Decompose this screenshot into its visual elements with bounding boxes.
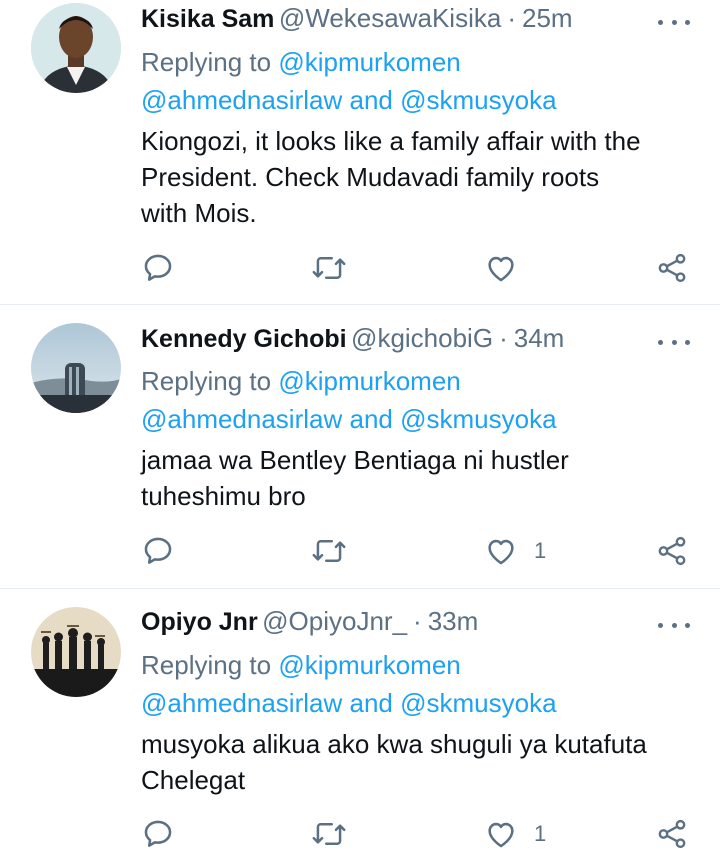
replying-to-label: Replying to <box>141 47 272 77</box>
mention-link[interactable]: @kipmurkomen <box>278 650 460 680</box>
and-others-link[interactable]: and <box>350 404 393 434</box>
share-button[interactable] <box>655 816 689 852</box>
mention-link[interactable]: @ahmednasirlaw <box>141 688 342 718</box>
user-handle[interactable]: @OpiyoJnr_ <box>262 606 407 636</box>
separator-dot: · <box>413 606 422 636</box>
retweet-icon <box>312 540 346 562</box>
mention-link[interactable]: @skmusyoka <box>400 404 556 434</box>
tweet-text-line: musyoka alikua ako kwa shuguli ya kutafu… <box>141 729 647 759</box>
display-name[interactable]: Kisika Sam <box>141 5 274 33</box>
tweet-actions: 1 <box>141 533 701 573</box>
separator-dot: · <box>499 323 508 353</box>
like-icon <box>488 822 514 848</box>
replying-to: Replying to @kipmurkomen <box>141 47 461 78</box>
tweet-1[interactable]: Kisika Sam @WekesawaKisika · 25m Replying … <box>0 0 720 304</box>
tweet-text: jamaa wa Bentley Bentiaga ni hustler tuh… <box>141 442 701 514</box>
share-icon <box>658 536 686 566</box>
reply-button[interactable] <box>141 533 175 569</box>
reply-icon <box>144 537 172 564</box>
like-button[interactable] <box>484 250 534 286</box>
replying-to-continued: @ahmednasirlaw and @skmusyoka <box>141 404 557 435</box>
like-count: 1 <box>534 821 547 846</box>
reply-button[interactable] <box>141 816 175 852</box>
reply-button[interactable] <box>141 250 175 286</box>
tweet-text-line: Chelegat <box>141 765 246 795</box>
replying-to: Replying to @kipmurkomen <box>141 366 461 397</box>
replying-to-continued: @ahmednasirlaw and @skmusyoka <box>141 85 557 116</box>
tweet-3[interactable]: Opiyo Jnr @OpiyoJnr_ · 33m Replying to @ki… <box>0 589 720 859</box>
timestamp[interactable]: 33m <box>428 606 479 636</box>
tweet-header: Kisika Sam @WekesawaKisika · 25m <box>141 3 690 41</box>
mention-link[interactable]: @skmusyoka <box>400 688 556 718</box>
more-options-icon[interactable] <box>658 12 690 32</box>
replying-to-label: Replying to <box>141 650 272 680</box>
tweet-text-line: with Mois. <box>141 198 257 228</box>
display-name[interactable]: Kennedy Gichobi <box>141 325 347 353</box>
tweet-text-line: jamaa wa Bentley Bentiaga ni hustler <box>141 445 569 475</box>
like-icon <box>488 539 514 565</box>
reply-icon <box>144 254 172 281</box>
and-others-link[interactable]: and <box>350 85 393 115</box>
timestamp[interactable]: 34m <box>514 323 565 353</box>
reply-icon <box>144 820 172 847</box>
retweet-button[interactable] <box>311 250 347 286</box>
avatar[interactable] <box>31 3 121 93</box>
timestamp[interactable]: 25m <box>522 3 573 33</box>
mention-link[interactable]: @kipmurkomen <box>278 366 460 396</box>
replying-to-label: Replying to <box>141 366 272 396</box>
replying-to: Replying to @kipmurkomen <box>141 650 461 681</box>
avatar[interactable] <box>31 607 121 697</box>
share-button[interactable] <box>655 250 689 286</box>
share-icon <box>658 253 686 283</box>
tweet-text-line: Kiongozi, it looks like a family affair … <box>141 126 641 156</box>
and-others-link[interactable]: and <box>350 688 393 718</box>
share-icon <box>658 819 686 849</box>
separator-dot: · <box>507 3 516 33</box>
tweet-actions <box>141 250 701 290</box>
replying-to-continued: @ahmednasirlaw and @skmusyoka <box>141 688 557 719</box>
tweet-actions: 1 <box>141 816 701 856</box>
avatar[interactable] <box>31 323 121 413</box>
man-portrait-avatar <box>31 3 121 93</box>
user-handle[interactable]: @kgichobiG <box>351 323 493 353</box>
share-button[interactable] <box>655 533 689 569</box>
mention-link[interactable]: @kipmurkomen <box>278 47 460 77</box>
tweet-header: Kennedy Gichobi @kgichobiG · 34m <box>141 323 690 361</box>
chess-pieces-avatar <box>31 607 121 697</box>
tweet-text: musyoka alikua ako kwa shuguli ya kutafu… <box>141 726 701 798</box>
retweet-button[interactable] <box>311 533 347 569</box>
retweet-icon <box>312 257 346 279</box>
tweet-text: Kiongozi, it looks like a family affair … <box>141 123 701 231</box>
display-name[interactable]: Opiyo Jnr <box>141 608 258 636</box>
user-handle[interactable]: @WekesawaKisika <box>279 3 501 33</box>
retweet-icon <box>312 823 346 845</box>
tweet-header: Opiyo Jnr @OpiyoJnr_ · 33m <box>141 606 690 644</box>
like-button[interactable]: 1 <box>484 533 546 569</box>
mention-link[interactable]: @ahmednasirlaw <box>141 85 342 115</box>
like-button[interactable]: 1 <box>484 816 546 852</box>
tweet-2[interactable]: Kennedy Gichobi @kgichobiG · 34m Replying … <box>0 305 720 588</box>
more-options-icon[interactable] <box>658 615 690 635</box>
like-count: 1 <box>534 538 547 563</box>
mention-link[interactable]: @ahmednasirlaw <box>141 404 342 434</box>
tweet-text-line: President. Check Mudavadi family roots <box>141 162 600 192</box>
city-tower-avatar <box>31 323 121 413</box>
retweet-button[interactable] <box>311 816 347 852</box>
like-icon <box>488 256 514 282</box>
more-options-icon[interactable] <box>658 332 690 352</box>
tweet-text-line: tuheshimu bro <box>141 481 306 511</box>
mention-link[interactable]: @skmusyoka <box>400 85 556 115</box>
